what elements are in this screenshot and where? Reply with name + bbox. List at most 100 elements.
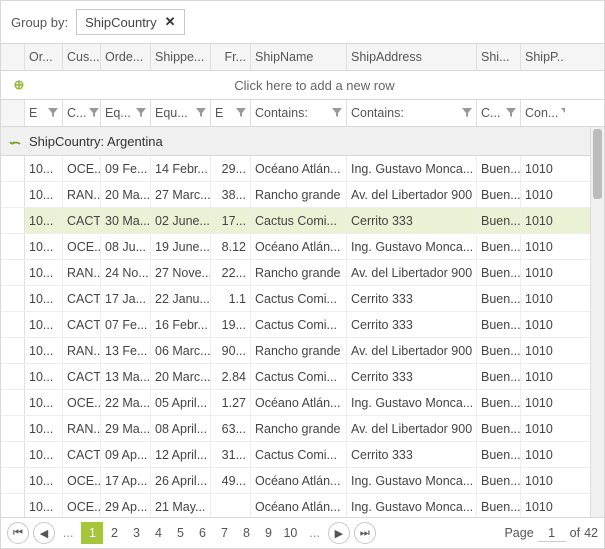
cell[interactable]: 10... [25,364,63,389]
cell[interactable]: 05 April... [151,390,211,415]
cell[interactable]: Rancho grande [251,182,347,207]
page-link-2[interactable]: 2 [103,522,125,544]
cell[interactable]: Buen... [477,182,521,207]
cell[interactable]: 13 Fe... [101,338,151,363]
cell[interactable]: Buen... [477,338,521,363]
cell[interactable]: OCE... [63,390,101,415]
table-row[interactable]: 10...RAN...29 Ma...08 April...63...Ranch… [1,416,604,442]
cell[interactable]: 13 Ma... [101,364,151,389]
cell[interactable]: OCE... [63,234,101,259]
cell[interactable]: 29... [211,156,251,181]
cell[interactable]: Ing. Gustavo Monca... [347,468,477,493]
cell[interactable] [211,494,251,517]
table-row[interactable]: 10...OCE...09 Fe...14 Febr...29...Océano… [1,156,604,182]
cell[interactable]: CACTU [63,442,101,467]
prev-page-button[interactable]: ◀ [33,522,55,544]
cell[interactable]: Ing. Gustavo Monca... [347,494,477,517]
cell[interactable]: 19... [211,312,251,337]
cell[interactable]: 1010 [521,468,565,493]
cell[interactable]: 27 Marc... [151,182,211,207]
cell[interactable]: Ing. Gustavo Monca... [347,390,477,415]
cell[interactable]: Buen... [477,234,521,259]
cell[interactable]: 22 Ma... [101,390,151,415]
cell[interactable]: Océano Atlán... [251,494,347,517]
cell[interactable]: 29 Ap... [101,494,151,517]
cell[interactable]: OCE... [63,468,101,493]
cell[interactable]: 10... [25,208,63,233]
cell[interactable]: 17 Ap... [101,468,151,493]
cell[interactable]: Buen... [477,364,521,389]
cell[interactable]: Rancho grande [251,416,347,441]
filter-cell-3[interactable]: Equ... [151,100,211,126]
page-link-1[interactable]: 1 [81,522,103,544]
cell[interactable]: 38... [211,182,251,207]
cell[interactable]: Cerrito 333 [347,286,477,311]
cell[interactable]: 10... [25,312,63,337]
cell[interactable]: 1010 [521,494,565,517]
cell[interactable]: 26 April... [151,468,211,493]
cell[interactable]: 10... [25,234,63,259]
cell[interactable]: 17 Ja... [101,286,151,311]
filter-cell-6[interactable]: Contains: [347,100,477,126]
cell[interactable]: 21 May... [151,494,211,517]
cell[interactable]: Rancho grande [251,260,347,285]
filter-cell-2[interactable]: Eq... [101,100,151,126]
page-link-7[interactable]: 7 [213,522,235,544]
cell[interactable]: Buen... [477,312,521,337]
table-row[interactable]: 10...OCE...08 Ju...19 June...8.12Océano … [1,234,604,260]
cell[interactable]: Buen... [477,286,521,311]
cell[interactable]: 1010 [521,390,565,415]
header-orderdate[interactable]: Orde... [101,44,151,70]
cell[interactable]: 8.12 [211,234,251,259]
cell[interactable]: 08 April... [151,416,211,441]
cell[interactable]: Buen... [477,208,521,233]
cell[interactable]: 1.27 [211,390,251,415]
cell[interactable]: Océano Atlán... [251,468,347,493]
header-shippeddate[interactable]: Shippe... [151,44,211,70]
cell[interactable]: Océano Atlán... [251,390,347,415]
cell[interactable]: Cactus Comi... [251,442,347,467]
cell[interactable]: Cactus Comi... [251,286,347,311]
scrollbar-thumb[interactable] [593,129,602,199]
cell[interactable]: Ing. Gustavo Monca... [347,156,477,181]
cell[interactable]: 1010 [521,416,565,441]
cell[interactable]: Buen... [477,468,521,493]
close-icon[interactable]: ✕ [165,14,176,30]
cell[interactable]: 24 No... [101,260,151,285]
cell[interactable]: 30 Ma... [101,208,151,233]
cell[interactable]: 2.84 [211,364,251,389]
table-row[interactable]: 10...CACTU30 Ma...02 June...17...Cactus … [1,208,604,234]
table-row[interactable]: 10...RAN...24 No...27 Nove...22...Rancho… [1,260,604,286]
cell[interactable]: 49... [211,468,251,493]
cell[interactable]: Av. del Libertador 900 [347,182,477,207]
page-link-10[interactable]: 10 [279,522,301,544]
cell[interactable]: Cactus Comi... [251,208,347,233]
cell[interactable]: 1010 [521,156,565,181]
cell[interactable]: 20 Marc... [151,364,211,389]
page-input[interactable] [538,525,566,542]
cell[interactable]: RAN... [63,416,101,441]
cell[interactable]: 22 Janu... [151,286,211,311]
cell[interactable]: Cerrito 333 [347,312,477,337]
cell[interactable]: 09 Fe... [101,156,151,181]
cell[interactable]: 10... [25,416,63,441]
header-customerid[interactable]: Cus... [63,44,101,70]
filter-cell-7[interactable]: C... [477,100,521,126]
header-shipaddress[interactable]: ShipAddress [347,44,477,70]
cell[interactable]: Rancho grande [251,338,347,363]
cell[interactable]: OCE... [63,494,101,517]
cell[interactable]: 1010 [521,260,565,285]
collapse-icon[interactable] [7,132,25,150]
cell[interactable]: 10... [25,390,63,415]
cell[interactable]: 02 June... [151,208,211,233]
header-orderid[interactable]: Or... [25,44,63,70]
cell[interactable]: CACTU [63,312,101,337]
cell[interactable]: Av. del Libertador 900 [347,416,477,441]
page-link-9[interactable]: 9 [257,522,279,544]
cell[interactable]: 1010 [521,286,565,311]
filter-cell-4[interactable]: E [211,100,251,126]
cell[interactable]: 06 Marc... [151,338,211,363]
cell[interactable]: Océano Atlán... [251,156,347,181]
cell[interactable]: 14 Febr... [151,156,211,181]
first-page-button[interactable]: ⏮ [7,522,29,544]
